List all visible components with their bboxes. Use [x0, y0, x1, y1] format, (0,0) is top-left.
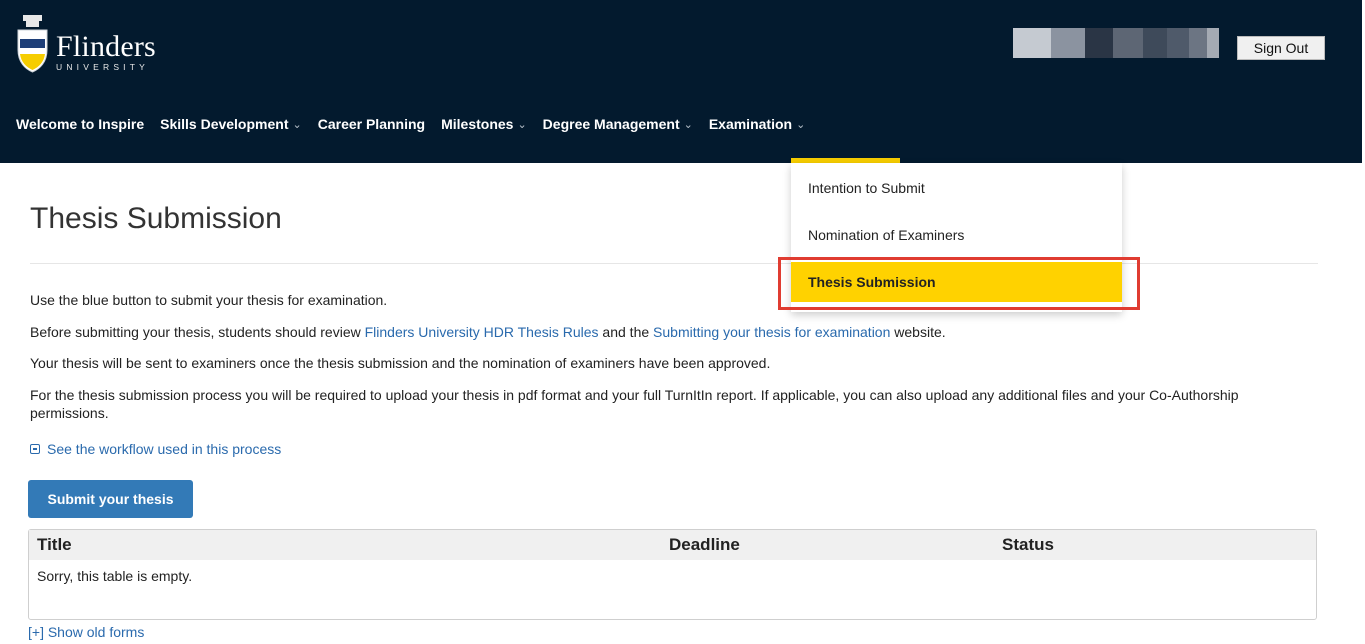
nav-milestones[interactable]: Milestones ⌄: [441, 116, 527, 132]
nav-degree-management-label: Degree Management: [542, 116, 680, 132]
chevron-down-icon: ⌄: [796, 118, 806, 131]
upload-paragraph: For the thesis submission process you wi…: [30, 387, 1239, 421]
examiners-paragraph: Your thesis will be sent to examiners on…: [30, 355, 771, 371]
submit-thesis-button[interactable]: Submit your thesis: [28, 480, 193, 518]
review-paragraph: Before submitting your thesis, students …: [30, 323, 946, 341]
redacted-block: [1051, 28, 1085, 58]
redacted-block: [1207, 28, 1219, 58]
main-nav: Welcome to Inspire Skills Development ⌄ C…: [16, 116, 821, 132]
menu-item-intention-to-submit[interactable]: Intention to Submit: [791, 168, 1122, 208]
column-header-deadline[interactable]: Deadline: [669, 535, 740, 555]
hdr-thesis-rules-link[interactable]: Flinders University HDR Thesis Rules: [365, 324, 599, 340]
menu-item-thesis-submission[interactable]: Thesis Submission: [791, 262, 1122, 302]
column-header-title[interactable]: Title: [37, 535, 72, 555]
chevron-down-icon: ⌄: [517, 118, 527, 131]
submissions-table: Title Deadline Status Sorry, this table …: [28, 529, 1317, 620]
workflow-toggle-label: See the workflow used in this process: [47, 441, 282, 457]
nav-degree-management[interactable]: Degree Management ⌄: [543, 116, 693, 132]
redacted-block: [1189, 28, 1207, 58]
table-header: Title Deadline Status: [29, 530, 1316, 560]
page-title: Thesis Submission: [30, 202, 282, 235]
chevron-down-icon: ⌄: [292, 118, 302, 131]
nav-career-planning-label: Career Planning: [317, 116, 426, 132]
empty-table-message: Sorry, this table is empty.: [37, 568, 193, 584]
chevron-down-icon: ⌄: [683, 118, 693, 131]
logo-wordmark: Flinders: [56, 30, 156, 63]
nav-examination[interactable]: Examination ⌄: [709, 116, 805, 132]
column-header-status[interactable]: Status: [1002, 535, 1054, 555]
submitting-thesis-link[interactable]: Submitting your thesis for examination: [653, 324, 890, 340]
menu-item-nomination-of-examiners[interactable]: Nomination of Examiners: [791, 215, 1122, 255]
redacted-block: [1113, 28, 1143, 58]
redacted-block: [1167, 28, 1189, 58]
user-name-redacted: [1013, 28, 1219, 58]
nav-career-planning[interactable]: Career Planning: [318, 116, 425, 132]
workflow-toggle-link[interactable]: See the workflow used in this process: [30, 441, 281, 457]
review-text-middle: and the: [598, 324, 654, 340]
redacted-block: [1085, 28, 1113, 58]
nav-skills-development[interactable]: Skills Development ⌄: [160, 116, 302, 132]
review-text-end: website.: [890, 324, 946, 340]
redacted-block: [1013, 28, 1051, 58]
nav-skills-development-label: Skills Development: [160, 116, 289, 132]
site-header: Flinders UNIVERSITY Sign Out Welcome to …: [0, 0, 1362, 163]
logo-subtitle: UNIVERSITY: [56, 62, 150, 72]
examination-dropdown-menu: Intention to Submit Nomination of Examin…: [791, 163, 1122, 312]
nav-examination-label: Examination: [708, 116, 793, 132]
university-crest-icon: [17, 15, 48, 73]
collapse-square-icon: [30, 444, 40, 454]
nav-milestones-label: Milestones: [441, 116, 514, 132]
flinders-logo[interactable]: Flinders UNIVERSITY: [15, 14, 156, 74]
nav-welcome-label: Welcome to Inspire: [16, 116, 145, 132]
redacted-block: [1143, 28, 1167, 58]
show-old-forms-link[interactable]: [+] Show old forms: [28, 624, 144, 640]
intro-paragraph: Use the blue button to submit your thesi…: [30, 292, 388, 308]
review-text-start: Before submitting your thesis, students …: [30, 324, 365, 340]
sign-out-button[interactable]: Sign Out: [1237, 36, 1325, 60]
nav-welcome[interactable]: Welcome to Inspire: [16, 116, 144, 132]
title-divider: [30, 263, 1318, 264]
